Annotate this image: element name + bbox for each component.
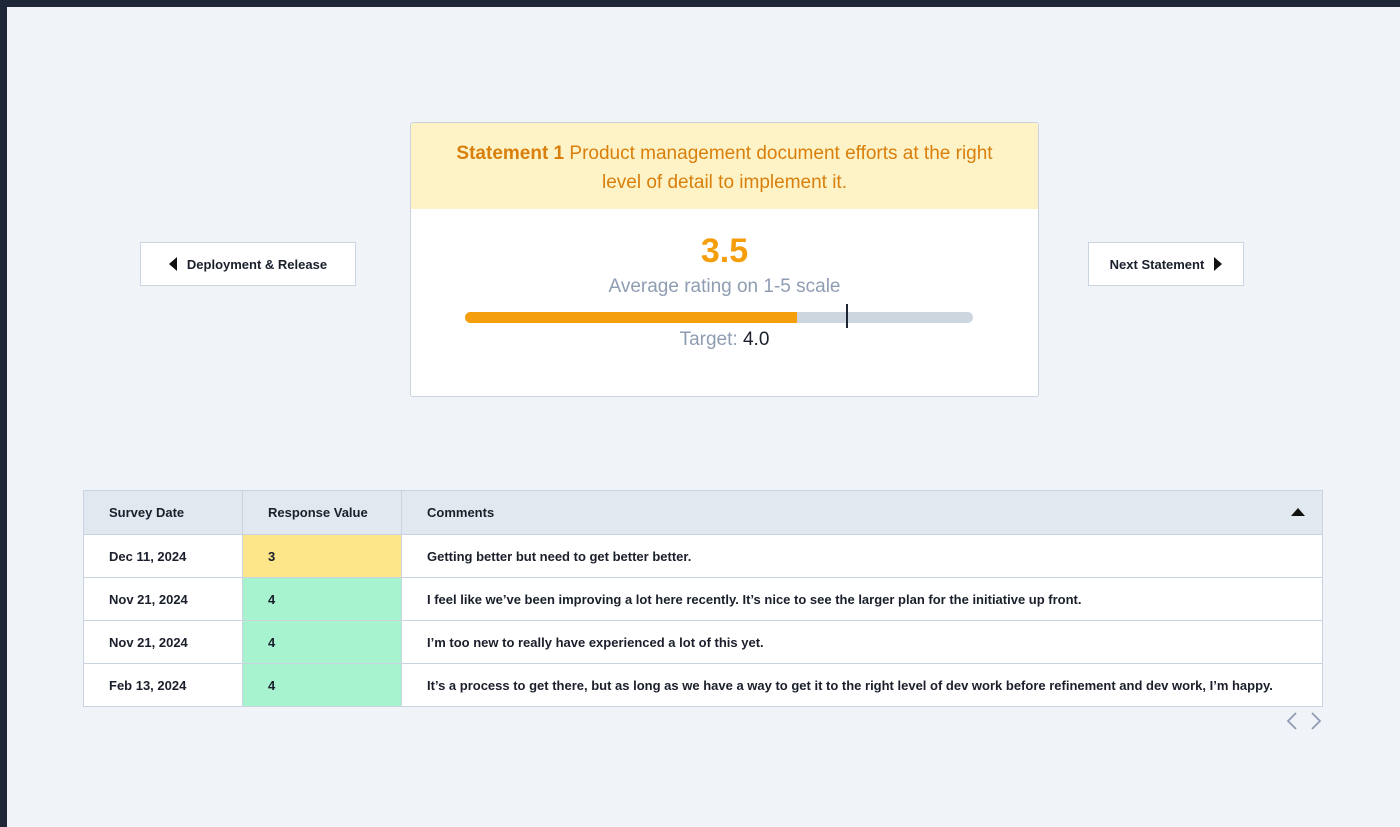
comments-header-label: Comments: [427, 505, 495, 520]
response-value-cell: 4: [243, 664, 402, 706]
sort-ascending-icon[interactable]: [1291, 508, 1305, 516]
survey-date-cell: Feb 13, 2024: [84, 664, 243, 706]
next-button-label: Next Statement: [1109, 256, 1205, 272]
caret-left-icon: [168, 257, 177, 271]
table-pagination: [1286, 711, 1322, 731]
survey-date-cell: Nov 21, 2024: [84, 621, 243, 663]
comment-cell: I feel like we’ve been improving a lot h…: [427, 591, 1082, 607]
statement-number: Statement 1: [456, 143, 565, 164]
column-header-survey-date[interactable]: Survey Date: [84, 491, 243, 534]
comment-cell: It’s a process to get there, but as long…: [427, 677, 1273, 693]
responses-table: Survey Date Response Value Comments Dec …: [83, 490, 1323, 707]
previous-button-label: Deployment & Release: [186, 256, 328, 272]
column-header-comments[interactable]: Comments: [402, 491, 1322, 534]
rating-progress-fill: [465, 312, 798, 323]
comment-cell: I’m too new to really have experienced a…: [427, 634, 764, 650]
average-score: 3.5: [700, 232, 749, 270]
next-statement-button[interactable]: Next Statement: [1088, 242, 1244, 286]
response-value-cell: 4: [243, 578, 402, 620]
response-value-cell: 3: [243, 535, 402, 577]
table-header-row: Survey Date Response Value Comments: [84, 491, 1322, 534]
target-marker: [846, 304, 848, 328]
column-header-response-value[interactable]: Response Value: [243, 491, 402, 534]
statement-header: Statement 1 Product management document …: [411, 123, 1038, 209]
target-value: 4.0: [742, 329, 770, 350]
table-row: Dec 11, 2024 3 Getting better but need to …: [84, 534, 1322, 577]
response-value-cell: 4: [243, 621, 402, 663]
previous-statement-button[interactable]: Deployment & Release: [140, 242, 356, 286]
target-line: Target: 4.0: [411, 329, 1038, 351]
previous-page-icon[interactable]: [1286, 711, 1298, 731]
caret-right-icon: [1214, 257, 1223, 271]
table-row: Feb 13, 2024 4 It’s a process to get there…: [84, 663, 1322, 706]
next-page-icon[interactable]: [1310, 711, 1322, 731]
statement-text: Product management document efforts at t…: [569, 143, 993, 193]
target-label: Target:: [679, 329, 738, 350]
table-row: Nov 21, 2024 4 I’m too new to really have …: [84, 620, 1322, 663]
statement-card: Statement 1 Product management document …: [410, 122, 1039, 397]
score-caption: Average rating on 1-5 scale: [608, 276, 841, 297]
rating-progress-bar: [465, 304, 973, 328]
survey-date-cell: Dec 11, 2024: [84, 535, 243, 577]
survey-date-cell: Nov 21, 2024: [84, 578, 243, 620]
comment-cell: Getting better but need to get better be…: [427, 548, 692, 564]
table-row: Nov 21, 2024 4 I feel like we’ve been impr…: [84, 577, 1322, 620]
